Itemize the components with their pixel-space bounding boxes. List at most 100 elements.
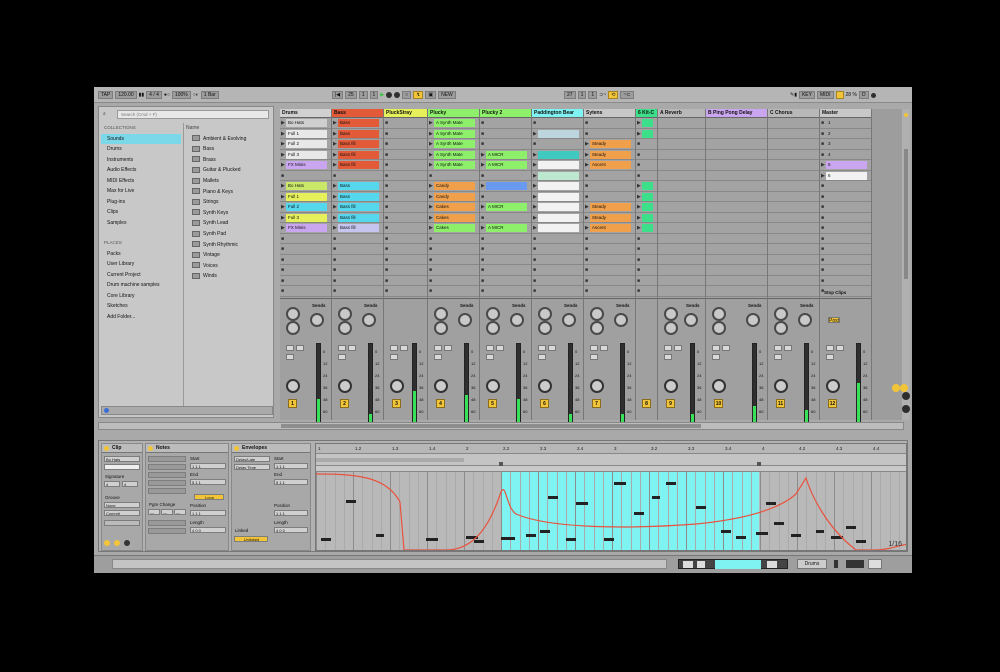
clip-stop-icon[interactable]: ■: [585, 278, 588, 284]
arrangement-position[interactable]: 25: [345, 91, 357, 99]
monitor-off-button[interactable]: [826, 354, 834, 360]
send-b-knob[interactable]: [746, 313, 760, 327]
clip[interactable]: [642, 182, 653, 190]
monitor-in-button[interactable]: [390, 345, 398, 351]
send-b-knob[interactable]: [458, 313, 472, 327]
clip[interactable]: Full 2: [286, 203, 327, 211]
clip-slot[interactable]: [768, 202, 819, 213]
envelope-device-select[interactable]: Delay/Late: [234, 456, 270, 462]
send-a-knob[interactable]: [774, 307, 788, 321]
clip-stop-icon[interactable]: ■: [533, 246, 536, 252]
clip-slot[interactable]: ▶: [480, 181, 531, 192]
monitor-auto-button[interactable]: [722, 345, 730, 351]
clip-slot[interactable]: ■: [480, 118, 531, 129]
clip[interactable]: [538, 150, 579, 159]
monitor-in-button[interactable]: [664, 345, 672, 351]
ruler-label[interactable]: 2.4: [577, 446, 583, 451]
clip-stop-icon[interactable]: ■: [637, 288, 640, 294]
clip-slot[interactable]: [658, 171, 705, 181]
clip-slot[interactable]: ■: [280, 244, 331, 255]
clip-stop-icon[interactable]: ■: [585, 267, 588, 273]
clip[interactable]: Full 2: [286, 140, 327, 148]
browser-folder[interactable]: Brass: [184, 155, 273, 166]
clip-stop-icon[interactable]: ■: [585, 173, 588, 179]
clip[interactable]: [642, 119, 653, 127]
clip-stop-icon[interactable]: ▶: [333, 162, 337, 168]
clip-slot[interactable]: ▶ Bass fill: [332, 150, 383, 160]
track-header[interactable]: Paddington Bear: [532, 109, 583, 118]
monitor-off-button[interactable]: [664, 354, 672, 360]
clip-slot[interactable]: ■: [820, 223, 871, 234]
browser-place[interactable]: User Library: [101, 259, 181, 270]
monitor-off-button[interactable]: [486, 354, 494, 360]
monitor-in-button[interactable]: [712, 345, 720, 351]
clip-slot[interactable]: [706, 192, 767, 202]
clip-stop-icon[interactable]: ▶: [333, 131, 337, 137]
clip-slot[interactable]: ■: [532, 286, 583, 297]
clip-stop-icon[interactable]: ■: [429, 288, 432, 294]
clip-stop-icon[interactable]: ▶: [333, 183, 337, 189]
clip-stop-icon[interactable]: ■: [385, 236, 388, 242]
clip-stop-icon[interactable]: ■: [533, 278, 536, 284]
clip[interactable]: A Synth Mate: [434, 129, 475, 138]
clip-slot[interactable]: ■ 1: [820, 118, 871, 129]
clip-stop-icon[interactable]: ■: [821, 257, 824, 263]
clip-lock-icon[interactable]: [114, 540, 120, 546]
clip-slot[interactable]: ▶ Steady: [584, 150, 635, 160]
pan-knob[interactable]: [486, 379, 500, 393]
clip-stop-icon[interactable]: ■: [333, 236, 336, 242]
clip-stop-icon[interactable]: ▶: [281, 204, 285, 210]
clip-slot[interactable]: ▶ A Synth Mate: [428, 139, 479, 150]
arrangement-sixteenth[interactable]: 1: [369, 91, 379, 99]
clip-slot[interactable]: [768, 213, 819, 223]
send-b-knob[interactable]: [562, 313, 576, 327]
browser-folder[interactable]: Bass: [184, 144, 273, 155]
clip-slot[interactable]: ▶: [532, 181, 583, 192]
clip[interactable]: Full 1: [286, 192, 327, 201]
clip-slot[interactable]: [658, 276, 705, 286]
session-hscroll[interactable]: [98, 422, 904, 430]
clip-stop-icon[interactable]: ▶: [585, 152, 589, 158]
clip[interactable]: A MICR: [486, 203, 527, 211]
clip[interactable]: Full 3: [286, 213, 327, 222]
clip-slot[interactable]: ■: [428, 234, 479, 244]
clip[interactable]: Steady: [590, 213, 631, 222]
send-b-knob[interactable]: [798, 313, 812, 327]
monitor-off-button[interactable]: [538, 354, 546, 360]
clip-slot[interactable]: ■: [384, 223, 427, 234]
browser-place[interactable]: Drum machine samples: [101, 280, 181, 291]
clip-slot[interactable]: ■: [384, 244, 427, 255]
track-header[interactable]: 6 Kit-C: [636, 109, 657, 118]
clip-stop-icon[interactable]: ■: [533, 141, 536, 147]
clip-stop-icon[interactable]: ▶: [637, 225, 641, 231]
clip-stop-icon[interactable]: ▶: [481, 152, 485, 158]
monitor-auto-button[interactable]: [400, 345, 408, 351]
clip-stop-icon[interactable]: ▶: [281, 141, 285, 147]
clip-stop-icon[interactable]: ▶: [333, 152, 337, 158]
clip-slot[interactable]: [768, 223, 819, 234]
clip-slot[interactable]: [768, 192, 819, 202]
browser-category[interactable]: Plug-ins: [101, 197, 181, 208]
clip-slot[interactable]: ▶ A Synth Mate: [428, 160, 479, 171]
clip-stop-icon[interactable]: ▶: [333, 225, 337, 231]
clip-stop-icon[interactable]: ▶: [333, 215, 337, 221]
clip[interactable]: Candy: [434, 192, 475, 201]
clip-stop-icon[interactable]: ■: [281, 173, 284, 179]
clip-stop-icon[interactable]: ■: [385, 152, 388, 158]
browser-category[interactable]: Instruments: [101, 155, 181, 166]
clip-stop-icon[interactable]: ■: [333, 246, 336, 252]
clip-slot[interactable]: ▶ Bass fill: [332, 223, 383, 234]
sig-numerator[interactable]: 4: [104, 481, 120, 487]
pan-knob[interactable]: [338, 379, 352, 393]
clip-stop-icon[interactable]: ■: [281, 246, 284, 252]
clip[interactable]: Cakes: [434, 224, 475, 232]
clip-slot[interactable]: ■: [480, 255, 531, 265]
clip-slot[interactable]: ■: [480, 213, 531, 223]
browser-search-input[interactable]: Search (Cmd + F): [117, 110, 269, 119]
browser-folder[interactable]: Guitar & Plucked: [184, 165, 273, 176]
clip-slot[interactable]: ■: [280, 276, 331, 286]
clip-stop-icon[interactable]: ■: [385, 257, 388, 263]
clip-slot[interactable]: ■ 3: [820, 139, 871, 150]
clip-slot[interactable]: ■: [584, 234, 635, 244]
clip-slot[interactable]: ▶: [636, 118, 657, 129]
